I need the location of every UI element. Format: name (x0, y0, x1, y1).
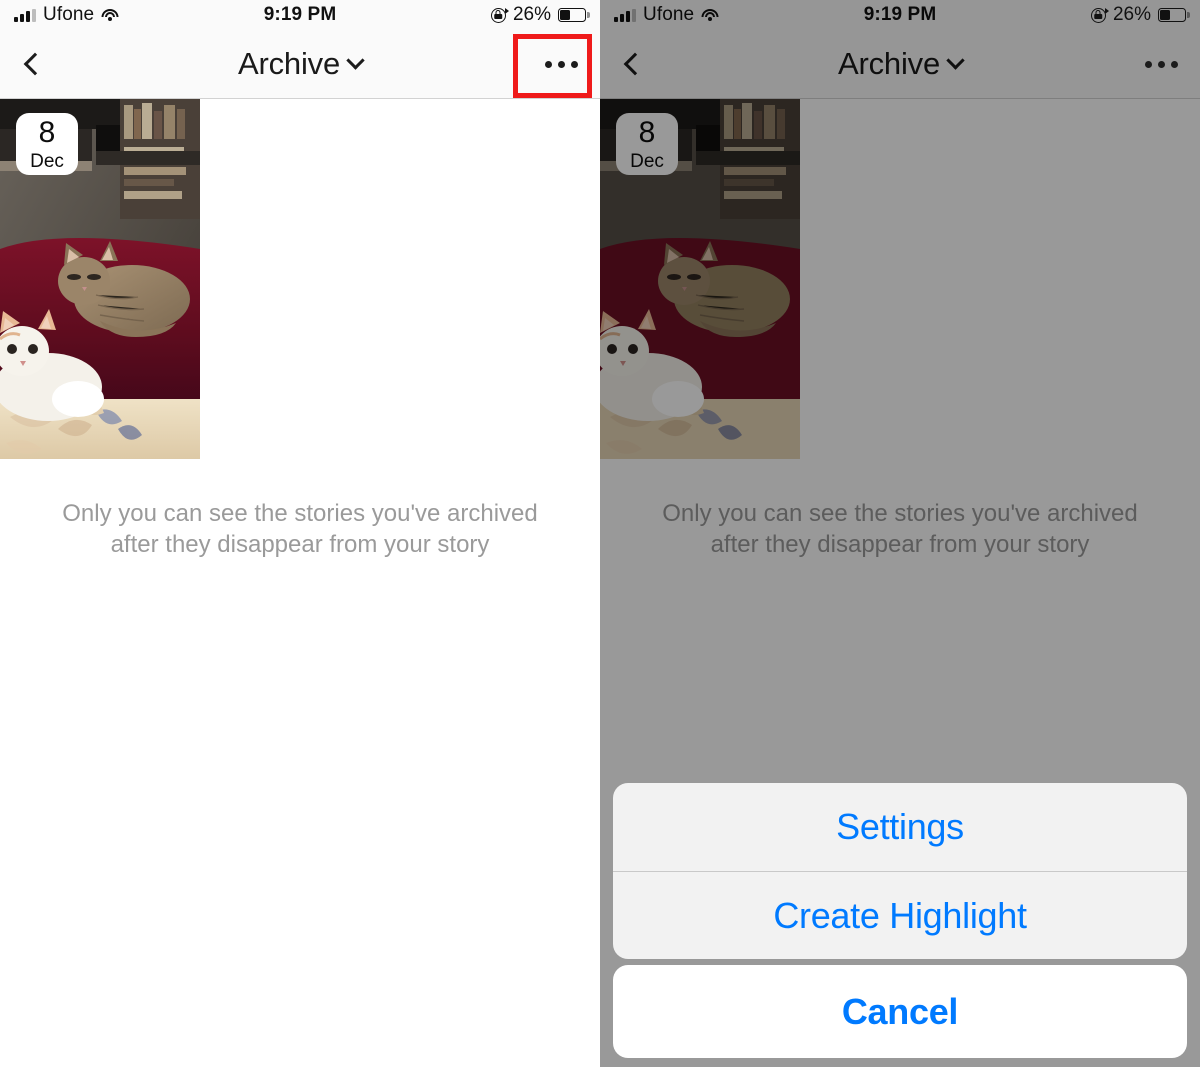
action-sheet: Settings Create Highlight (613, 783, 1187, 959)
archive-grid: 8 Dec Only you can see the stories you'v… (0, 99, 600, 560)
status-bar-right: 26% (1090, 4, 1190, 26)
archive-title-selector[interactable]: Archive (0, 30, 600, 98)
panel-action-sheet-screen: Ufone 9:19 PM 26% Archive 8 Dec Only you… (600, 0, 1200, 1067)
more-options-button[interactable] (1122, 30, 1200, 98)
story-date-day: 8 (38, 115, 56, 149)
action-sheet-item-create-highlight[interactable]: Create Highlight (613, 871, 1187, 959)
battery-icon (558, 8, 590, 22)
status-bar: Ufone 9:19 PM 26% (0, 0, 600, 30)
battery-icon (1158, 8, 1190, 22)
cancel-button[interactable]: Cancel (613, 965, 1187, 1058)
page-title: Archive (238, 46, 340, 81)
archive-info-caption: Only you can see the stories you've arch… (0, 499, 600, 560)
rotation-lock-icon (1090, 7, 1109, 23)
chevron-down-icon (346, 51, 365, 70)
caption-line-2: after they disappear from your story (110, 530, 490, 558)
rotation-lock-icon (490, 7, 509, 23)
story-date-month: Dec (30, 150, 64, 172)
story-date-badge: 8 Dec (16, 113, 78, 175)
panel-archive-screen: Ufone 9:19 PM 26% Archive 8 Dec Only you… (0, 0, 600, 1067)
more-options-button[interactable] (522, 30, 600, 98)
battery-percent-label: 26% (1112, 4, 1151, 25)
story-thumbnail[interactable]: 8 Dec (0, 99, 200, 459)
action-sheet-item-settings[interactable]: Settings (613, 783, 1187, 871)
caption-line-1: Only you can see the stories you've arch… (62, 500, 538, 527)
battery-percent-label: 26% (512, 4, 551, 25)
comparison-screenshot: Ufone 9:19 PM 26% Archive 8 Dec Only you… (0, 0, 1200, 1067)
status-bar-right: 26% (490, 4, 590, 26)
navigation-bar: Archive (0, 30, 600, 99)
